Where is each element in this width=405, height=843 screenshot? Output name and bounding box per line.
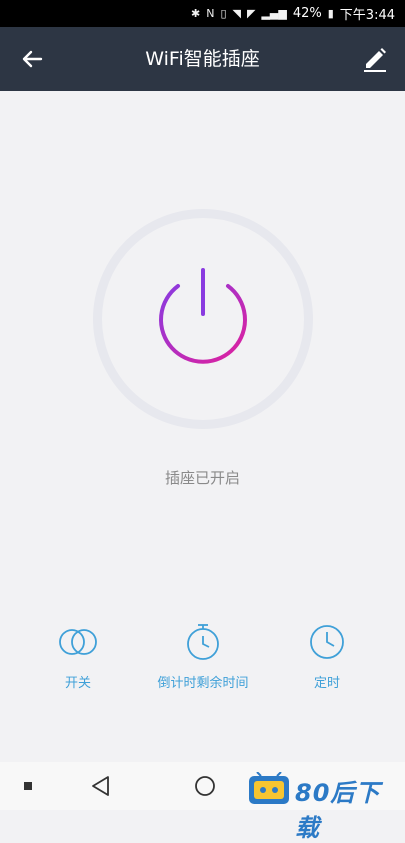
action-row: 开关 倒计时剩余时间 定时 — [0, 622, 405, 702]
battery-icon: ▮ — [327, 7, 334, 20]
recent-apps-icon[interactable] — [24, 782, 32, 790]
watermark: 80后下载 — [245, 770, 405, 842]
nfc-icon: N — [206, 7, 215, 20]
home-circle-icon[interactable] — [194, 775, 216, 797]
vibrate-icon: ▯ — [220, 7, 227, 20]
back-triangle-icon[interactable] — [90, 775, 110, 797]
toggle-circles-icon — [59, 629, 97, 655]
countdown-button[interactable]: 倒计时剩余时间 — [138, 622, 268, 691]
clock-icon — [310, 625, 344, 659]
app-bar: WiFi智能插座 — [0, 27, 405, 91]
power-icon[interactable] — [148, 264, 258, 374]
no-sim-icon: ◤ — [246, 7, 256, 20]
countdown-label: 倒计时剩余时间 — [157, 676, 249, 691]
signal-icon: ▂▄▆ — [261, 7, 287, 20]
switch-label: 开关 — [64, 676, 91, 691]
robot-tv-icon — [249, 772, 289, 804]
wifi-icon: ◥ — [232, 7, 241, 20]
power-control — [93, 209, 313, 429]
power-status-text: 插座已开启 — [164, 469, 240, 487]
page-title: WiFi智能插座 — [145, 48, 260, 70]
pencil-icon[interactable] — [361, 45, 389, 73]
watermark-text: 80后下载 — [295, 779, 381, 842]
battery-percent: 42% — [292, 6, 322, 21]
timer-label: 定时 — [313, 676, 340, 691]
clock-time: 下午3:44 — [339, 8, 395, 23]
bluetooth-icon: ✱ — [190, 7, 201, 20]
stopwatch-icon — [187, 624, 219, 660]
switch-button[interactable]: 开关 — [13, 622, 143, 691]
timer-button[interactable]: 定时 — [262, 622, 392, 691]
status-bar: ✱ N ▯ ◥ ◤ ▂▄▆ 42% ▮ 下午3:44 — [0, 0, 405, 27]
